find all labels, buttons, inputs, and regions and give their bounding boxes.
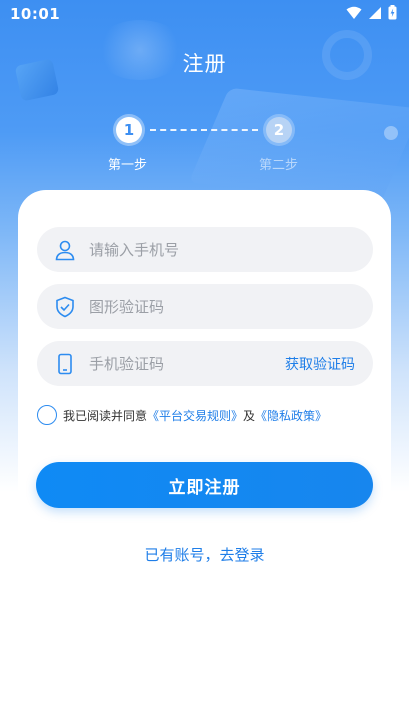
sms-code-input[interactable] [89,354,285,373]
status-time: 10:01 [10,5,61,23]
battery-charging-icon [388,4,397,24]
step-1-circle: 1 [116,117,142,143]
step-1-label: 第一步 [108,158,148,173]
wifi-icon [346,5,362,24]
captcha-field[interactable] [37,284,373,329]
step-2-label: 第二步 [259,158,299,173]
privacy-policy-link[interactable]: 《隐私政策》 [255,409,327,423]
step-connector [150,129,258,131]
phone-input[interactable] [89,240,355,259]
signal-icon [368,5,382,24]
user-icon [53,238,77,262]
login-link[interactable]: 已有账号，去登录 [0,544,409,565]
status-bar: 10:01 [0,0,409,28]
agreement-conjunction: 及 [243,408,256,423]
agreement-row: 我已阅读并同意《平台交易规则》及《隐私政策》 [37,404,327,426]
register-button[interactable]: 立即注册 [36,462,373,508]
agreement-checkbox[interactable] [37,405,57,425]
get-code-button[interactable]: 获取验证码 [285,354,355,374]
captcha-input[interactable] [89,297,355,316]
phone-field[interactable] [37,227,373,272]
sms-field[interactable]: 获取验证码 [37,341,373,386]
page-title: 注册 [182,52,227,76]
step-indicator: 1 2 第一步 第二步 [0,114,409,174]
agreement-text: 我已阅读并同意《平台交易规则》及《隐私政策》 [63,407,327,424]
agreement-prefix: 我已阅读并同意 [63,408,148,423]
phone-icon [53,352,77,376]
step-2-circle: 2 [266,117,292,143]
shield-check-icon [53,295,77,319]
trading-rules-link[interactable]: 《平台交易规则》 [147,409,243,423]
status-icons [346,4,397,24]
